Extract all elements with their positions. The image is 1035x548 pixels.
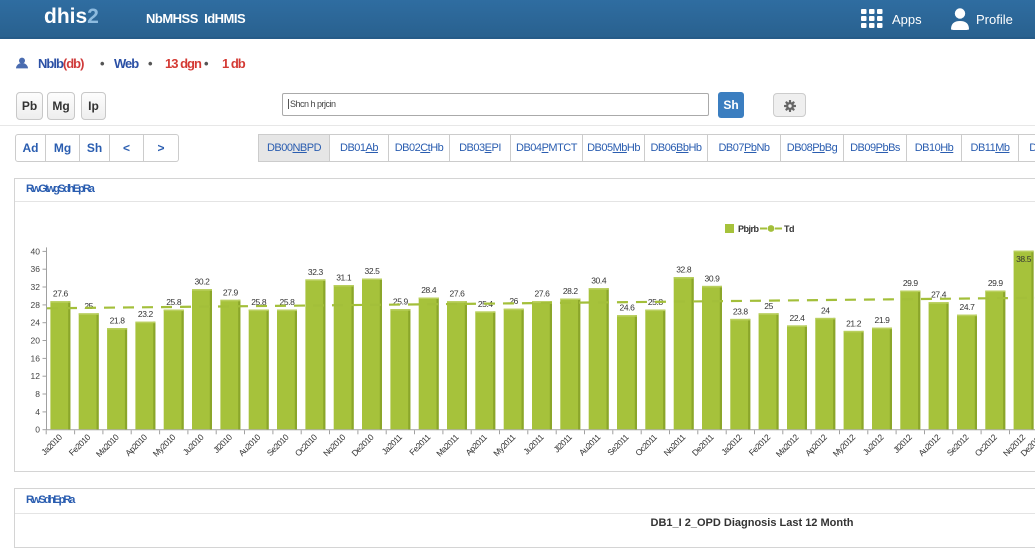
svg-text:21.2: 21.2 (846, 318, 862, 328)
svg-text:24: 24 (821, 305, 830, 315)
svg-text:21.8: 21.8 (110, 316, 126, 326)
svg-text:Td: Td (784, 224, 794, 234)
svg-text:12: 12 (31, 371, 41, 381)
svg-text:27.9: 27.9 (223, 287, 239, 297)
svg-text:24.7: 24.7 (960, 302, 976, 312)
svg-text:29.9: 29.9 (903, 278, 919, 288)
svg-text:20: 20 (31, 336, 41, 346)
svg-text:Pbjrb: Pbjrb (738, 224, 760, 234)
svg-text:Ja2011: Ja2011 (380, 432, 405, 457)
svg-text:De2010: De2010 (349, 432, 376, 459)
svg-text:Ma2011: Ma2011 (434, 432, 461, 459)
svg-text:De2011: De2011 (690, 432, 716, 458)
svg-text:Jl2011: Jl2011 (551, 432, 574, 455)
svg-text:38.5: 38.5 (1016, 254, 1032, 264)
svg-text:22.4: 22.4 (790, 313, 806, 323)
svg-text:Fe2012: Fe2012 (747, 432, 773, 458)
svg-text:30.9: 30.9 (705, 273, 721, 283)
svg-text:Ju2012: Ju2012 (861, 432, 886, 457)
svg-text:No2010: No2010 (321, 432, 348, 459)
svg-text:4: 4 (35, 407, 40, 417)
svg-text:Se2011: Se2011 (605, 432, 631, 458)
svg-text:My2011: My2011 (491, 432, 517, 458)
svg-text:28.4: 28.4 (421, 285, 437, 295)
svg-text:No2011: No2011 (662, 432, 688, 458)
svg-text:30.2: 30.2 (195, 277, 211, 287)
svg-text:23.2: 23.2 (138, 309, 154, 319)
svg-text:Jl2012: Jl2012 (891, 432, 914, 455)
svg-text:Ja2010: Ja2010 (39, 432, 64, 457)
svg-text:40: 40 (31, 246, 41, 256)
svg-text:Ma2010: Ma2010 (94, 432, 121, 459)
svg-text:Ju2010: Ju2010 (181, 432, 206, 457)
svg-text:27.6: 27.6 (53, 289, 69, 299)
svg-text:30.4: 30.4 (591, 276, 607, 286)
svg-text:8: 8 (35, 389, 40, 399)
svg-text:Se2010: Se2010 (265, 432, 291, 458)
svg-text:Fe2010: Fe2010 (67, 432, 93, 458)
svg-text:Ma2012: Ma2012 (774, 432, 801, 459)
svg-text:Fe2011: Fe2011 (407, 432, 432, 457)
svg-text:26: 26 (509, 296, 518, 306)
svg-text:Ap2011: Ap2011 (463, 432, 489, 458)
svg-text:25: 25 (764, 301, 773, 311)
svg-text:Au2012: Au2012 (916, 432, 942, 458)
svg-text:My2010: My2010 (151, 432, 178, 459)
svg-text:16: 16 (31, 353, 41, 363)
svg-text:Ju2011: Ju2011 (521, 432, 546, 457)
svg-text:31.1: 31.1 (336, 273, 352, 283)
svg-text:Oc2012: Oc2012 (973, 432, 1000, 459)
svg-text:0: 0 (35, 425, 40, 435)
svg-text:27.6: 27.6 (535, 289, 551, 299)
svg-text:23.8: 23.8 (733, 306, 749, 316)
svg-text:28: 28 (31, 300, 41, 310)
svg-text:24: 24 (31, 318, 41, 328)
svg-text:Oc2010: Oc2010 (293, 432, 320, 459)
svg-text:25: 25 (84, 301, 93, 311)
svg-text:Se2012: Se2012 (945, 432, 971, 458)
svg-text:Ja2012: Ja2012 (719, 432, 744, 457)
svg-text:32.5: 32.5 (365, 266, 381, 276)
svg-text:28.2: 28.2 (563, 286, 579, 296)
svg-text:Au2010: Au2010 (236, 432, 262, 458)
svg-text:32.8: 32.8 (676, 265, 692, 275)
svg-text:My2012: My2012 (831, 432, 858, 459)
svg-text:Ap2010: Ap2010 (123, 432, 149, 458)
svg-text:29.9: 29.9 (988, 278, 1004, 288)
svg-text:Jl2010: Jl2010 (211, 432, 234, 455)
svg-text:24.6: 24.6 (620, 303, 636, 313)
svg-text:Oc2011: Oc2011 (633, 432, 659, 458)
svg-text:21.9: 21.9 (875, 315, 891, 325)
svg-text:36: 36 (31, 264, 41, 274)
svg-text:Ap2012: Ap2012 (803, 432, 829, 458)
svg-text:25.8: 25.8 (166, 297, 182, 307)
svg-text:32.3: 32.3 (308, 267, 324, 277)
svg-text:27.6: 27.6 (450, 289, 466, 299)
svg-text:Au2011: Au2011 (577, 432, 603, 458)
svg-text:32: 32 (31, 282, 41, 292)
